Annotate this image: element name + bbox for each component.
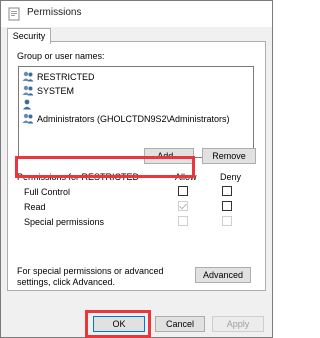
folder-icon (8, 7, 20, 21)
permission-name: Special permissions (24, 217, 105, 227)
list-item-label: SYSTEM (37, 85, 75, 96)
advanced-button[interactable]: Advanced (195, 267, 251, 283)
special-deny-checkbox[interactable] (222, 216, 232, 226)
cancel-button[interactable]: Cancel (155, 316, 205, 332)
list-item-user[interactable] (22, 98, 37, 111)
user-icon (22, 99, 34, 110)
list-item-label: RESTRICTED (37, 71, 95, 82)
read-deny-checkbox[interactable] (222, 201, 232, 211)
deny-column-header: Deny (220, 172, 242, 182)
list-item-administrators[interactable]: Administrators (GHOLCTDN9S2\Administrato… (22, 112, 230, 125)
advanced-hint-text: For special permissions or advanced sett… (17, 266, 164, 287)
full-control-highlight (15, 156, 195, 178)
permission-name: Read (24, 202, 46, 212)
list-item-label: Administrators (GHOLCTDN9S2\Administrato… (37, 113, 230, 124)
ok-highlight (85, 310, 151, 338)
users-icon (22, 85, 34, 96)
title-bar: Permissions (1, 1, 272, 27)
remove-button[interactable]: Remove (202, 148, 256, 164)
group-user-list[interactable]: RESTRICTED SYSTEM Administrators (GHOLCT… (18, 66, 254, 158)
tab-strip: Security (7, 28, 266, 44)
special-allow-checkbox[interactable] (178, 216, 188, 226)
tab-security[interactable]: Security (7, 28, 51, 44)
permissions-dialog: Permissions Security Group or user names… (0, 0, 273, 338)
group-names-label: Group or user names: (17, 51, 105, 61)
users-icon (22, 113, 34, 124)
read-allow-checkbox[interactable] (178, 201, 188, 211)
full-control-deny-checkbox[interactable] (222, 186, 232, 196)
full-control-allow-checkbox[interactable] (178, 186, 188, 196)
apply-button[interactable]: Apply (212, 316, 264, 332)
list-item-system[interactable]: SYSTEM (22, 84, 74, 97)
users-icon (22, 71, 34, 82)
window-title: Permissions (27, 7, 82, 18)
permission-name: Full Control (24, 187, 71, 197)
list-item-restricted[interactable]: RESTRICTED (22, 70, 95, 83)
